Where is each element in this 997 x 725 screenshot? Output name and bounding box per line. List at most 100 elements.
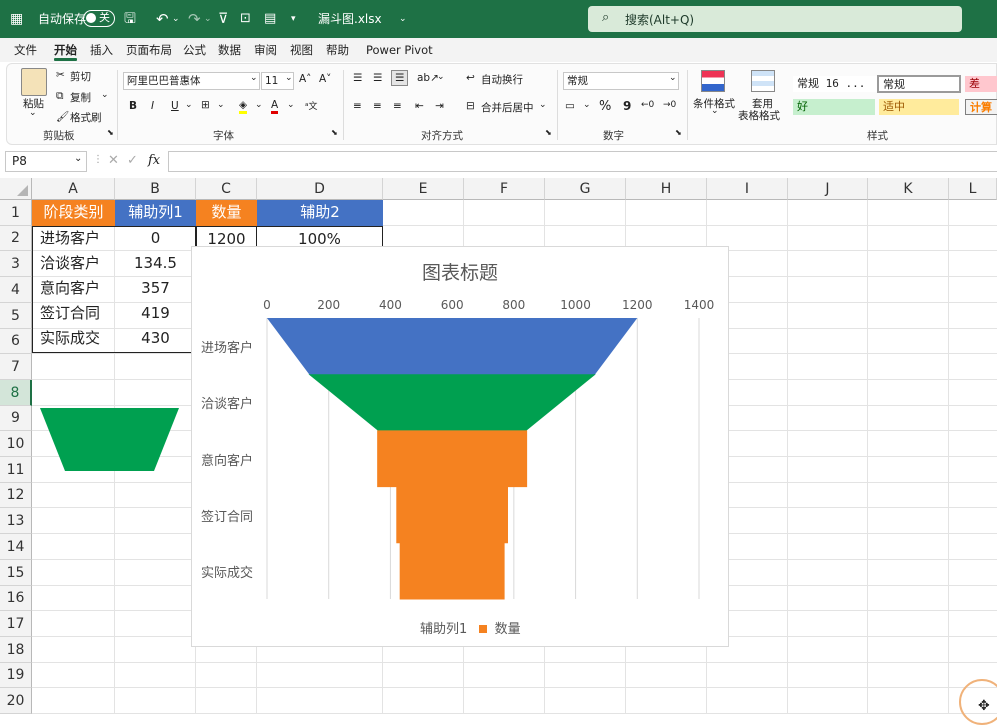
tab-page-layout[interactable]: 页面布局	[126, 38, 172, 62]
align-right-icon[interactable]: ≡	[393, 100, 402, 112]
style-normal-16[interactable]: 常规 16 ...	[793, 76, 877, 92]
fill-color-dropdown-icon[interactable]: ⌄	[255, 100, 263, 110]
fill-color-icon[interactable]: ◈	[239, 99, 248, 114]
funnel-bar[interactable]	[377, 430, 528, 488]
funnel-bar[interactable]	[399, 542, 505, 600]
funnel-chart[interactable]: 图表标题 0 200 400 600 800 1000 1200 1400 进场客户 洽谈客户意…	[191, 246, 729, 647]
font-color-icon[interactable]: A	[271, 99, 279, 114]
row-header-5[interactable]: 5	[0, 303, 32, 329]
cell-b5[interactable]: 419	[115, 301, 196, 326]
enter-icon[interactable]: ✓	[127, 153, 138, 168]
column-header-j[interactable]: J	[788, 178, 868, 200]
currency-icon[interactable]: ▭	[565, 100, 575, 112]
number-launcher-icon[interactable]: ⬊	[675, 128, 682, 137]
cell-a5[interactable]: 签订合同	[32, 301, 115, 326]
tab-power-pivot[interactable]: Power Pivot	[366, 38, 433, 62]
number-format-dropdown-icon[interactable]: ⌄	[669, 73, 677, 83]
increase-indent-icon[interactable]: ⇥	[435, 100, 444, 112]
row-header-15[interactable]: 15	[0, 560, 32, 586]
column-header-h[interactable]: H	[626, 178, 707, 200]
column-header-i[interactable]: I	[707, 178, 788, 200]
style-neutral[interactable]: 适中	[879, 99, 959, 115]
tab-data[interactable]: 数据	[218, 38, 241, 62]
row-header-8[interactable]: 8	[0, 380, 32, 406]
cell-b4[interactable]: 357	[115, 276, 196, 301]
underline-button[interactable]: U	[171, 100, 179, 112]
funnel-bar[interactable]	[308, 374, 596, 431]
row-header-10[interactable]: 10	[0, 431, 32, 457]
redo-icon[interactable]: ↷	[188, 0, 201, 38]
bold-button[interactable]: B	[129, 100, 137, 112]
row-header-3[interactable]: 3	[0, 251, 32, 277]
cancel-icon[interactable]: ✕	[108, 153, 119, 168]
grow-font-icon[interactable]: A˄	[299, 73, 311, 85]
column-header-l[interactable]: L	[949, 178, 997, 200]
font-color-dropdown-icon[interactable]: ⌄	[287, 100, 295, 110]
decrease-decimal-icon[interactable]: →0	[663, 100, 676, 110]
tab-help[interactable]: 帮助	[326, 38, 349, 62]
font-launcher-icon[interactable]: ⬊	[331, 128, 338, 137]
tab-review[interactable]: 审阅	[254, 38, 277, 62]
cell-a4[interactable]: 意向客户	[32, 276, 115, 301]
row-header-9[interactable]: 9	[0, 406, 32, 431]
column-header-e[interactable]: E	[383, 178, 464, 200]
tab-view[interactable]: 视图	[290, 38, 313, 62]
select-all-button[interactable]	[0, 178, 32, 200]
cell-a3[interactable]: 洽谈客户	[32, 251, 115, 276]
header-helper1[interactable]: 辅助列1	[115, 200, 196, 226]
row-header-19[interactable]: 19	[0, 663, 32, 688]
orientation-icon[interactable]: ab↗	[417, 72, 439, 84]
form-icon[interactable]: ▤	[264, 0, 276, 38]
currency-dropdown-icon[interactable]: ⌄	[583, 100, 591, 110]
formula-input[interactable]	[168, 151, 997, 172]
row-header-6[interactable]: 6	[0, 329, 32, 354]
shrink-font-icon[interactable]: A˅	[319, 73, 331, 85]
row-header-11[interactable]: 11	[0, 457, 32, 483]
cell-a2[interactable]: 进场客户	[32, 226, 115, 251]
merge-dropdown-icon[interactable]: ⌄	[539, 100, 547, 110]
row-header-2[interactable]: 2	[0, 226, 32, 251]
merge-center-button[interactable]: 合并后居中	[481, 100, 534, 115]
column-header-d[interactable]: D	[257, 178, 383, 200]
format-as-table-label-2[interactable]: 表格格式	[738, 108, 780, 123]
font-name-select[interactable]: 阿里巴巴普惠体	[123, 72, 260, 90]
funnel-bar[interactable]	[396, 486, 508, 544]
trapezoid-shape[interactable]	[40, 408, 180, 472]
cut-button[interactable]: 剪切	[70, 69, 91, 84]
filter-icon[interactable]: ⊽	[218, 0, 228, 38]
style-calculation[interactable]: 计算	[965, 99, 997, 115]
style-normal[interactable]: 常规	[877, 75, 961, 93]
paste-dropdown-icon[interactable]: ⌄	[29, 108, 37, 118]
align-bottom-icon[interactable]: ☰	[391, 70, 409, 86]
style-bad[interactable]: 差	[965, 76, 997, 92]
cell-b2[interactable]: 0	[115, 226, 196, 251]
filename-dropdown-icon[interactable]: ⌄	[399, 0, 407, 38]
column-header-g[interactable]: G	[545, 178, 626, 200]
cell-a6[interactable]: 实际成交	[32, 326, 115, 352]
row-header-13[interactable]: 13	[0, 508, 32, 534]
copy-button[interactable]: 复制	[70, 90, 91, 105]
row-header-16[interactable]: 16	[0, 586, 32, 611]
align-top-icon[interactable]: ☰	[353, 72, 362, 84]
header-stage[interactable]: 阶段类别	[32, 200, 115, 226]
save-icon[interactable]: 🖫	[124, 0, 136, 38]
camera-icon[interactable]: ⊡	[240, 0, 251, 38]
percent-button[interactable]: %	[599, 99, 611, 114]
align-left-icon[interactable]: ≡	[353, 100, 362, 112]
alignment-launcher-icon[interactable]: ⬊	[545, 128, 552, 137]
decrease-indent-icon[interactable]: ⇤	[415, 100, 424, 112]
italic-button[interactable]: I	[151, 100, 154, 112]
column-header-f[interactable]: F	[464, 178, 545, 200]
autosave-toggle[interactable]: 关	[83, 10, 115, 27]
font-name-dropdown-icon[interactable]: ⌄	[250, 73, 258, 83]
undo-dropdown-icon[interactable]: ⌄	[172, 0, 180, 38]
cell-b3[interactable]: 134.5	[115, 251, 196, 276]
customize-toolbar-icon[interactable]: ▾	[291, 0, 296, 38]
row-header-17[interactable]: 17	[0, 611, 32, 637]
row-header-18[interactable]: 18	[0, 637, 32, 663]
borders-dropdown-icon[interactable]: ⌄	[217, 100, 225, 110]
funnel-bar[interactable]	[267, 318, 638, 375]
undo-icon[interactable]: ↶	[156, 0, 169, 38]
conditional-dropdown-icon[interactable]: ⌄	[711, 106, 719, 116]
style-good[interactable]: 好	[793, 99, 875, 115]
